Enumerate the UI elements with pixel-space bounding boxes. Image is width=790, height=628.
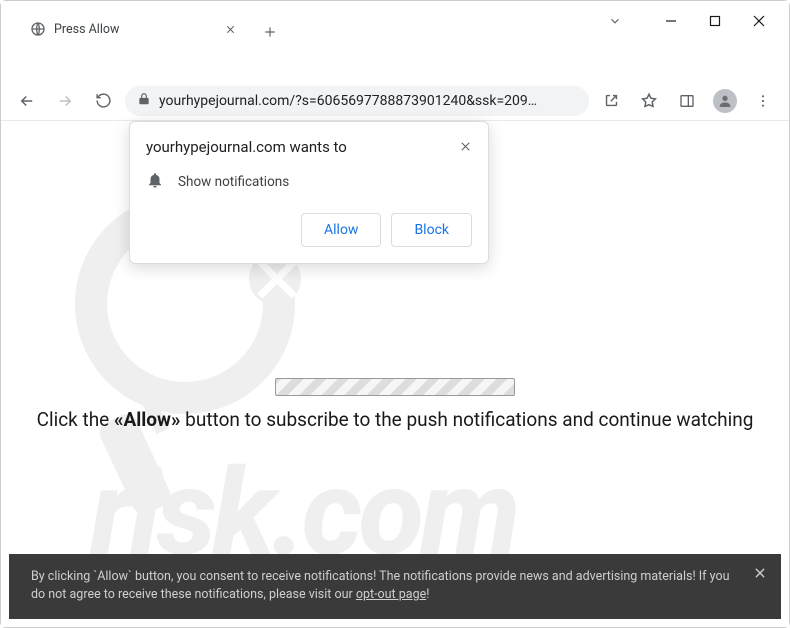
permission-origin-text: yourhypejournal.com wants to <box>146 138 347 156</box>
lock-icon <box>137 92 151 110</box>
forward-button[interactable] <box>49 85 81 117</box>
instruction-pre: Click the <box>37 408 114 431</box>
permission-dialog: yourhypejournal.com wants to Show notifi… <box>129 121 489 264</box>
browser-window: Press Allow <box>0 0 790 628</box>
close-dialog-icon[interactable] <box>459 138 472 157</box>
reload-button[interactable] <box>87 85 119 117</box>
new-tab-button[interactable] <box>256 18 284 46</box>
page-content: risk.com yourhypejournal.com wants to Sh… <box>1 121 789 627</box>
consent-text-post: ! <box>426 587 429 602</box>
bookmark-star-icon[interactable] <box>633 85 665 117</box>
permission-item: Show notifications <box>146 171 472 193</box>
allow-button[interactable]: Allow <box>301 213 381 247</box>
loading-bar <box>275 378 515 396</box>
block-button[interactable]: Block <box>391 213 472 247</box>
profile-avatar[interactable] <box>709 85 741 117</box>
close-window-button[interactable] <box>737 5 781 37</box>
tab-title: Press Allow <box>54 22 217 37</box>
instruction-allow: «Allow» <box>114 408 181 431</box>
opt-out-link[interactable]: opt-out page <box>356 587 426 602</box>
side-panel-icon[interactable] <box>671 85 703 117</box>
back-button[interactable] <box>11 85 43 117</box>
globe-icon <box>30 21 46 37</box>
tab-strip: Press Allow <box>8 8 630 46</box>
kebab-menu-icon[interactable] <box>747 85 779 117</box>
consent-bar: By clicking `Allow` button, you consent … <box>9 554 781 620</box>
instruction-text: Click the «Allow» button to subscribe to… <box>37 408 754 431</box>
address-bar[interactable]: yourhypejournal.com/?s=60656977888739012… <box>125 86 589 116</box>
bell-icon <box>146 171 164 193</box>
url-text: yourhypejournal.com/?s=60656977888739012… <box>159 93 577 109</box>
browser-toolbar: yourhypejournal.com/?s=60656977888739012… <box>1 81 789 121</box>
share-icon[interactable] <box>595 85 627 117</box>
browser-tab[interactable]: Press Allow <box>18 12 248 46</box>
permission-label: Show notifications <box>178 174 289 190</box>
maximize-button[interactable] <box>693 5 737 37</box>
close-consent-icon[interactable] <box>753 566 767 587</box>
close-tab-icon[interactable] <box>225 20 236 39</box>
instruction-post: button to subscribe to the push notifica… <box>180 408 753 431</box>
minimize-button[interactable] <box>649 5 693 37</box>
